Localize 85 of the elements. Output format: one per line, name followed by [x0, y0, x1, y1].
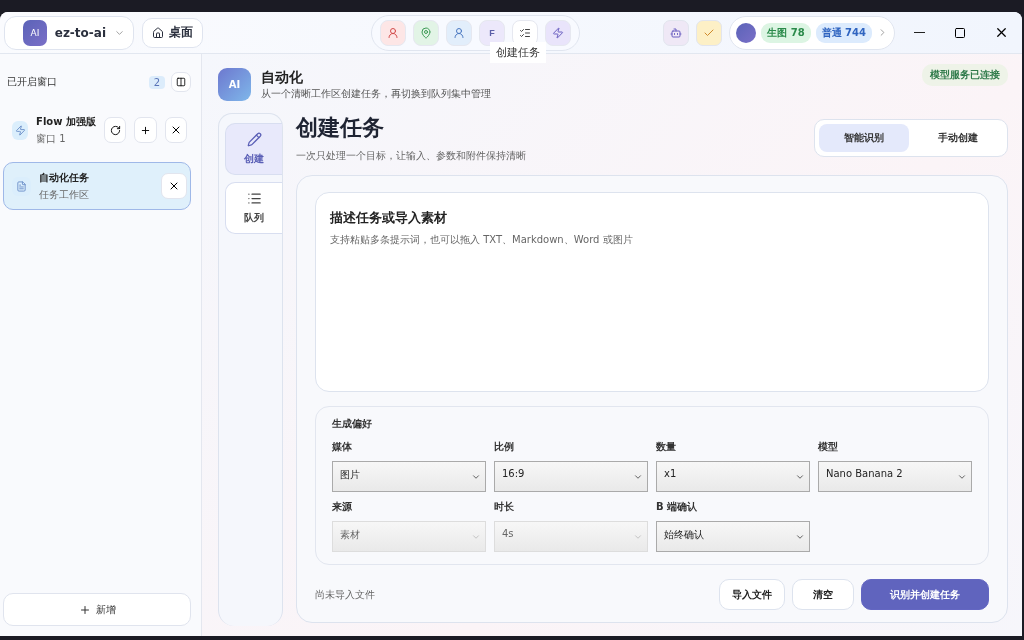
- quota-badge: 生图 78: [761, 22, 811, 43]
- layout-button[interactable]: [171, 72, 191, 92]
- close-icon: [168, 180, 180, 192]
- window-subtitle: 窗口 1: [36, 131, 67, 146]
- status-badge: 模型服务已连接: [922, 64, 1008, 86]
- section-subtitle: 从一个清晰工作区创建任务，再切换到队列集中管理: [261, 86, 491, 101]
- plus-icon: [78, 603, 91, 616]
- action-button[interactable]: 导入文件: [719, 579, 785, 610]
- bolt-icon: [552, 26, 564, 39]
- add-button[interactable]: 新增: [3, 593, 191, 626]
- window-subtitle: 任务工作区: [39, 187, 90, 202]
- close-button[interactable]: [164, 117, 187, 143]
- bot-button[interactable]: [663, 19, 690, 46]
- bolt-icon: [12, 120, 29, 140]
- field-label: 比例: [494, 440, 515, 454]
- chevron-icon: [795, 472, 805, 482]
- preferences-title: 生成偏好: [332, 417, 373, 431]
- input-hint: 支持粘贴多条提示词，也可以拖入 TXT、Markdown、Word 或图片: [330, 233, 634, 247]
- task-input[interactable]: 描述任务或导入素材 支持粘贴多条提示词，也可以拖入 TXT、Markdown、Word 或图片: [315, 192, 989, 392]
- app-logo: AI: [218, 68, 251, 101]
- minimize-icon: [913, 31, 925, 34]
- chevron-icon: [471, 472, 481, 482]
- select-field[interactable]: 始终确认: [656, 521, 810, 552]
- pin-icon: [420, 26, 432, 39]
- window-item[interactable]: 自动化任务 任务工作区: [3, 162, 191, 210]
- check-button[interactable]: [696, 19, 723, 46]
- chevron-icon: [633, 532, 643, 542]
- avatar: [736, 22, 757, 43]
- mode-tab[interactable]: 手动创建: [913, 124, 1003, 152]
- tooltip: 创建任务: [490, 42, 546, 63]
- chevron-icon: [795, 532, 805, 542]
- window-item[interactable]: Flow 加强版 窗口 1: [3, 106, 191, 154]
- user-icon: [453, 26, 465, 39]
- input-title: 描述任务或导入素材: [330, 209, 448, 227]
- app-switcher[interactable]: AI ez-to-ai: [4, 15, 134, 50]
- toolbar-button[interactable]: F: [479, 19, 505, 46]
- select-field[interactable]: 16:9: [494, 461, 648, 492]
- panel-icon: [176, 77, 186, 87]
- field-label: 来源: [332, 500, 353, 514]
- close-button[interactable]: [161, 173, 187, 199]
- window-title: Flow 加强版: [36, 114, 96, 129]
- add-button[interactable]: [134, 117, 157, 143]
- nav-tab[interactable]: 创建: [225, 123, 282, 175]
- field-label: 时长: [494, 500, 515, 514]
- chevron-icon: [471, 532, 481, 542]
- refresh-button[interactable]: [103, 117, 127, 143]
- chevron-icon: [957, 472, 967, 482]
- chevron-icon: [633, 472, 643, 482]
- page-subtitle: 一次只处理一个目标，让输入、参数和附件保持清晰: [296, 149, 526, 163]
- file-status: 尚未导入文件: [315, 587, 376, 602]
- app-name: ez-to-ai: [54, 25, 107, 40]
- create-button[interactable]: 识别并创建任务: [861, 579, 989, 610]
- field-label: 媒体: [332, 440, 353, 454]
- field-label: 模型: [818, 440, 839, 454]
- field-label: 数量: [656, 440, 677, 454]
- window-title: 自动化任务: [39, 170, 90, 185]
- user-icon: [387, 26, 399, 39]
- toolbar-button[interactable]: [413, 19, 439, 46]
- plus-icon: [140, 124, 151, 136]
- select-field[interactable]: x1: [656, 461, 810, 492]
- nav-tab[interactable]: 队列: [225, 182, 282, 234]
- app-avatar: AI: [23, 19, 47, 46]
- quota-badge: 普通 744: [815, 22, 872, 43]
- account-pill[interactable]: 生图 78 普通 744: [729, 15, 895, 50]
- action-button[interactable]: 清空: [792, 579, 854, 610]
- count-badge: 2: [148, 75, 165, 89]
- toolbar-button[interactable]: [380, 19, 406, 46]
- maximize-icon: [954, 26, 966, 39]
- mode-tab[interactable]: 智能识别: [819, 124, 909, 152]
- select-field[interactable]: Nano Banana 2: [818, 461, 972, 492]
- toolbar-button[interactable]: [545, 19, 571, 46]
- checklist-icon: [519, 26, 531, 39]
- list-icon: [246, 191, 262, 206]
- toolbar-button[interactable]: [446, 19, 472, 46]
- desktop-button[interactable]: 桌面: [142, 17, 203, 48]
- page-title: 创建任务: [296, 114, 385, 142]
- refresh-icon: [109, 124, 121, 136]
- document-icon: [12, 176, 31, 196]
- house-icon: [152, 26, 164, 39]
- select-field[interactable]: 图片: [332, 461, 486, 492]
- sidebar-title: 已开启窗口: [7, 75, 58, 89]
- pencil-icon: [246, 132, 262, 147]
- section-title: 自动化: [261, 68, 304, 87]
- field-label: B 端确认: [656, 500, 699, 514]
- bot-icon: [670, 26, 683, 39]
